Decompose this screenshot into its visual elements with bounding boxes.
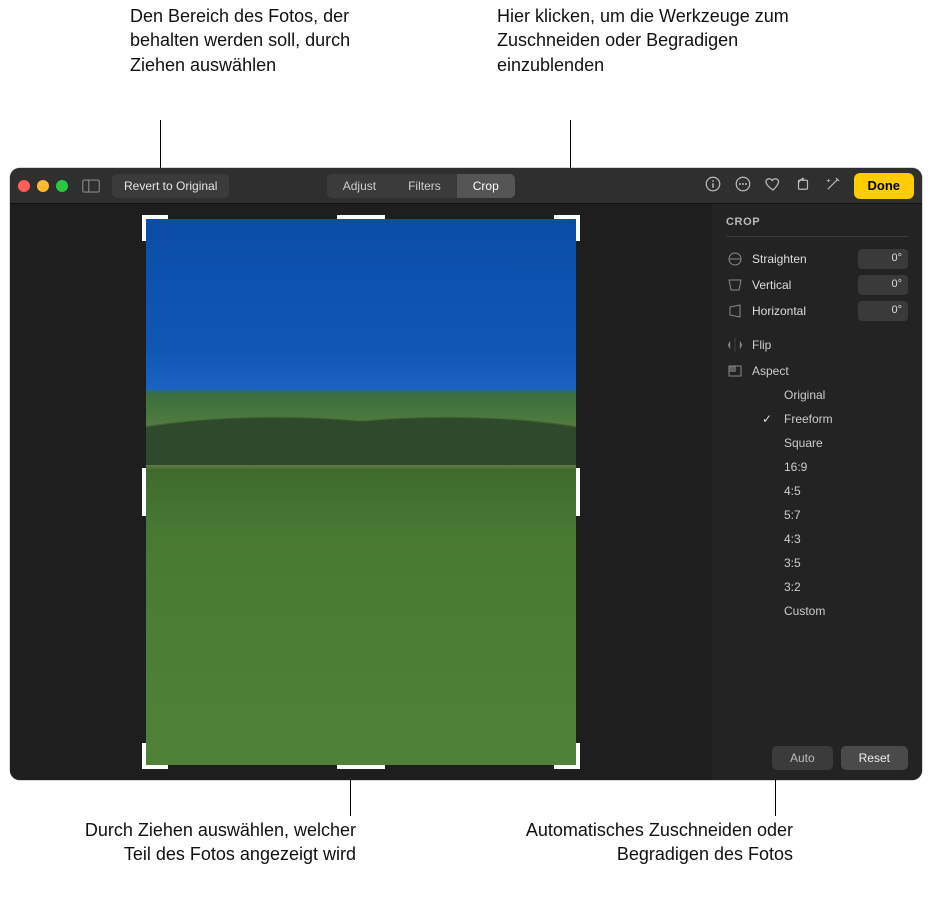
aspect-option[interactable]: 5:7 xyxy=(758,503,908,527)
auto-button[interactable]: Auto xyxy=(772,746,833,770)
revert-button[interactable]: Revert to Original xyxy=(112,174,229,198)
vertical-perspective-icon xyxy=(726,277,744,293)
straighten-icon xyxy=(726,251,744,267)
aspect-option[interactable]: Custom xyxy=(758,599,908,623)
done-button[interactable]: Done xyxy=(854,173,915,199)
photo[interactable] xyxy=(146,219,576,765)
callout-drag-photo: Durch Ziehen auswählen, welcher Teil des… xyxy=(56,818,356,867)
vertical-label: Vertical xyxy=(752,278,850,292)
leader-line xyxy=(775,778,776,816)
sidebar-title: CROP xyxy=(726,216,908,228)
crop-handle-tr[interactable] xyxy=(554,215,580,241)
vertical-value[interactable]: 0° xyxy=(858,275,908,295)
aspect-option[interactable]: 4:5 xyxy=(758,479,908,503)
crop-handle-br[interactable] xyxy=(554,743,580,769)
straighten-value[interactable]: 0° xyxy=(858,249,908,269)
aspect-option[interactable]: ✓Freeform xyxy=(758,407,908,431)
crop-handle-right[interactable] xyxy=(576,468,580,516)
horizontal-label: Horizontal xyxy=(752,304,850,318)
aspect-option[interactable]: 3:5 xyxy=(758,551,908,575)
tab-crop[interactable]: Crop xyxy=(457,174,515,198)
straighten-label: Straighten xyxy=(752,252,850,266)
crop-canvas[interactable] xyxy=(10,204,712,780)
fullscreen-window-button[interactable] xyxy=(56,180,68,192)
sidebar-toggle-icon[interactable] xyxy=(82,179,100,193)
leader-line xyxy=(350,780,351,816)
photos-edit-window: Revert to Original Adjust Filters Crop D… xyxy=(10,168,922,780)
reset-button[interactable]: Reset xyxy=(841,746,908,770)
callout-crop-tab: Hier klicken, um die Werkzeuge zum Zusch… xyxy=(497,4,847,77)
aspect-icon xyxy=(726,363,744,379)
crop-sidebar: CROP Straighten 0° Vertical 0° Horizonta… xyxy=(712,204,922,780)
aspect-option[interactable]: 4:3 xyxy=(758,527,908,551)
crop-handle-left[interactable] xyxy=(142,468,146,516)
flip-label: Flip xyxy=(752,338,771,352)
tab-filters[interactable]: Filters xyxy=(392,174,457,198)
leader-line xyxy=(570,120,571,174)
edit-mode-tabs: Adjust Filters Crop xyxy=(327,174,515,198)
aspect-option[interactable]: Square xyxy=(758,431,908,455)
callout-auto: Automatisches Zuschneiden oder Begradige… xyxy=(493,818,793,867)
horizontal-row: Horizontal 0° xyxy=(726,301,908,321)
crop-handle-bl[interactable] xyxy=(142,743,168,769)
flip-row[interactable]: Flip xyxy=(726,337,908,353)
tab-adjust[interactable]: Adjust xyxy=(327,174,392,198)
window-controls xyxy=(18,180,68,192)
crop-handle-bottom[interactable] xyxy=(337,765,385,769)
aspect-option[interactable]: 16:9 xyxy=(758,455,908,479)
crop-handle-top[interactable] xyxy=(337,215,385,219)
vertical-row: Vertical 0° xyxy=(726,275,908,295)
aspect-option[interactable]: Original xyxy=(758,383,908,407)
info-icon[interactable] xyxy=(704,175,722,196)
minimize-window-button[interactable] xyxy=(37,180,49,192)
horizontal-perspective-icon xyxy=(726,303,744,319)
straighten-row: Straighten 0° xyxy=(726,249,908,269)
rotate-icon[interactable] xyxy=(794,175,812,196)
titlebar: Revert to Original Adjust Filters Crop D… xyxy=(10,168,922,204)
aspect-options: Original ✓Freeform Square 16:9 4:5 5:7 4… xyxy=(758,383,908,623)
crop-handle-tl[interactable] xyxy=(142,215,168,241)
auto-enhance-icon[interactable] xyxy=(824,175,842,196)
divider xyxy=(726,236,908,237)
close-window-button[interactable] xyxy=(18,180,30,192)
crop-frame xyxy=(146,219,576,765)
aspect-label: Aspect xyxy=(752,364,789,378)
favorite-icon[interactable] xyxy=(764,175,782,196)
flip-icon xyxy=(726,337,744,353)
check-icon: ✓ xyxy=(762,412,776,426)
horizontal-value[interactable]: 0° xyxy=(858,301,908,321)
more-icon[interactable] xyxy=(734,175,752,196)
callout-crop-handle: Den Bereich des Fotos, der behalten werd… xyxy=(130,4,400,77)
aspect-option[interactable]: 3:2 xyxy=(758,575,908,599)
aspect-row[interactable]: Aspect xyxy=(726,363,908,379)
